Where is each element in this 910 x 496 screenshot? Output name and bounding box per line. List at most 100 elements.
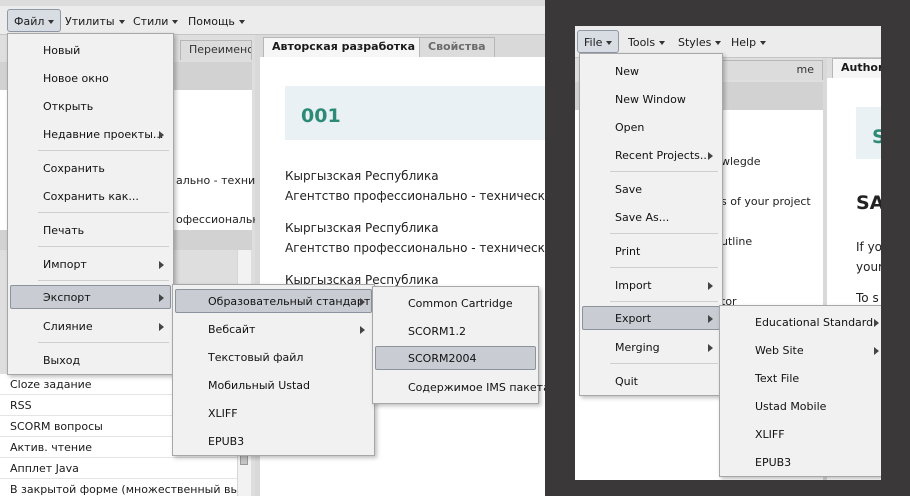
chevron-right-icon bbox=[708, 315, 713, 323]
menu-item-merging[interactable]: Merging bbox=[582, 335, 720, 359]
tab-authoring[interactable]: Author bbox=[832, 58, 881, 78]
menu-item-educational-standard[interactable]: Educational Standard bbox=[722, 310, 881, 334]
menu-styles[interactable]: Styles bbox=[671, 30, 728, 53]
menu-file-label: Файл bbox=[14, 15, 45, 28]
menu-item-new-window[interactable]: New Window bbox=[582, 87, 720, 111]
menu-item-open[interactable]: Открыть bbox=[10, 94, 171, 118]
menu-divider bbox=[610, 267, 718, 268]
menu-divider bbox=[610, 363, 718, 364]
chevron-right-icon bbox=[708, 282, 713, 290]
paragraph-line: If yo bbox=[856, 240, 881, 254]
chevron-right-icon bbox=[159, 261, 164, 269]
menu-item-new[interactable]: New bbox=[582, 59, 720, 83]
chevron-down-icon bbox=[760, 41, 767, 45]
chevron-right-icon bbox=[360, 298, 365, 306]
app-window-russian: Переименов ально - технич офессионально … bbox=[0, 0, 545, 496]
file-menu: New New Window Open Recent Projects... S… bbox=[579, 53, 723, 396]
menu-item-label: Merging bbox=[615, 341, 660, 354]
tree-node[interactable]: utline bbox=[721, 235, 752, 248]
paragraph-line: Агентство профессионально - технического bbox=[285, 241, 545, 255]
paragraph-line: Кыргызская Республика bbox=[285, 221, 439, 235]
menu-item-new[interactable]: Новый bbox=[10, 38, 171, 62]
chevron-down-icon bbox=[172, 20, 179, 24]
export-submenu: Educational Standard Web Site Text File … bbox=[719, 305, 881, 477]
menu-item-import[interactable]: Import bbox=[582, 273, 720, 297]
menu-item-recent-projects[interactable]: Recent Projects... bbox=[582, 143, 720, 167]
tab-properties[interactable]: Свойства bbox=[419, 37, 495, 57]
chevron-right-icon bbox=[708, 344, 713, 352]
menu-item-save[interactable]: Save bbox=[582, 177, 720, 201]
chevron-right-icon bbox=[360, 326, 365, 334]
tree-node[interactable]: ально - технич bbox=[176, 174, 262, 187]
chevron-right-icon bbox=[159, 294, 164, 302]
menu-item-website[interactable]: Web Site bbox=[722, 338, 881, 362]
tree-node[interactable]: офессионально bbox=[176, 213, 266, 226]
menu-styles[interactable]: Стили bbox=[126, 9, 185, 32]
list-item[interactable]: Апплет Java bbox=[0, 458, 237, 479]
menu-item-print[interactable]: Печать bbox=[10, 218, 171, 242]
menu-item-import[interactable]: Импорт bbox=[10, 252, 171, 276]
page-title: S bbox=[872, 126, 881, 148]
menu-item-save-as[interactable]: Сохранить как... bbox=[10, 184, 171, 208]
menu-divider bbox=[610, 233, 718, 234]
menu-tools[interactable]: Tools bbox=[621, 30, 672, 53]
menu-tools[interactable]: Утилиты bbox=[58, 9, 132, 32]
menu-item-label: Educational Standard bbox=[755, 316, 874, 329]
menu-divider bbox=[610, 171, 718, 172]
scrollbar-thumb[interactable] bbox=[240, 455, 248, 465]
menu-item-text-file[interactable]: Текстовый файл bbox=[175, 345, 372, 369]
menu-item-epub3[interactable]: EPUB3 bbox=[722, 450, 881, 474]
chevron-right-icon bbox=[874, 319, 879, 327]
app-window-english: me wlegde s of your project utline tor A… bbox=[575, 26, 881, 480]
chevron-down-icon bbox=[606, 41, 613, 45]
menu-item-common-cartridge[interactable]: Common Cartridge bbox=[375, 291, 536, 315]
menu-item-quit[interactable]: Выход bbox=[10, 348, 171, 372]
menu-file-label: File bbox=[584, 36, 603, 49]
menu-help[interactable]: Помощь bbox=[181, 9, 252, 32]
outline-tab[interactable]: me bbox=[715, 60, 823, 80]
menu-item-recent-projects[interactable]: Недавние проекты... bbox=[10, 122, 171, 146]
menu-item-new-window[interactable]: Новое окно bbox=[10, 66, 171, 90]
chevron-right-icon bbox=[708, 152, 713, 160]
menu-item-label: Вебсайт bbox=[208, 323, 256, 336]
menu-item-print[interactable]: Print bbox=[582, 239, 720, 263]
menu-bar: Файл Утилиты Стили Помощь bbox=[0, 0, 545, 35]
educational-standard-submenu: Common Cartridge SCORM1.2 SCORM2004 Соде… bbox=[372, 286, 545, 404]
menu-item-xliff[interactable]: XLIFF bbox=[175, 401, 372, 425]
menu-item-merging[interactable]: Слияние bbox=[10, 314, 171, 338]
menu-item-open[interactable]: Open bbox=[582, 115, 720, 139]
paragraph-line: your bbox=[856, 260, 881, 274]
menu-item-scorm2004[interactable]: SCORM2004 bbox=[375, 346, 536, 370]
menu-item-ustad-mobile[interactable]: Ustad Mobile bbox=[722, 394, 881, 418]
tree-node[interactable]: s of your project bbox=[721, 195, 811, 208]
menu-item-xliff[interactable]: XLIFF bbox=[722, 422, 881, 446]
menu-item-label: Recent Projects... bbox=[615, 149, 711, 162]
menu-item-quit[interactable]: Quit bbox=[582, 369, 720, 393]
menu-item-save-as[interactable]: Save As... bbox=[582, 205, 720, 229]
menu-item-label: Недавние проекты... bbox=[43, 128, 164, 141]
menu-file[interactable]: Файл bbox=[7, 9, 62, 32]
menu-item-ims-content-package[interactable]: Содержимое IMS пакета bbox=[375, 375, 545, 399]
menu-item-export[interactable]: Экспорт bbox=[10, 285, 171, 309]
list-item[interactable]: В закрытой форме (множественный выб... bbox=[0, 479, 237, 496]
menu-item-scorm12[interactable]: SCORM1.2 bbox=[375, 319, 536, 343]
chevron-down-icon bbox=[715, 41, 722, 45]
menu-help[interactable]: Help bbox=[724, 30, 773, 53]
menu-item-export[interactable]: Export bbox=[582, 306, 720, 330]
menu-item-educational-standard[interactable]: Образовательный стандарт bbox=[175, 289, 372, 313]
menu-item-label: Import bbox=[615, 279, 652, 292]
menu-help-label: Help bbox=[731, 36, 757, 49]
menu-item-ustad-mobile[interactable]: Мобильный Ustad bbox=[175, 373, 372, 397]
paragraph-line: Агентство профессионально - технического bbox=[285, 189, 545, 203]
tab-authoring[interactable]: Авторская разработка bbox=[263, 37, 425, 57]
menu-file[interactable]: File bbox=[577, 30, 620, 53]
chevron-right-icon bbox=[874, 347, 879, 355]
menu-item-epub3[interactable]: EPUB3 bbox=[175, 429, 372, 453]
menu-item-text-file[interactable]: Text File bbox=[722, 366, 881, 390]
tree-node[interactable]: wlegde bbox=[721, 155, 761, 168]
outline-tab[interactable]: Переименов bbox=[180, 40, 252, 60]
menu-item-save[interactable]: Сохранить bbox=[10, 156, 171, 180]
menu-item-website[interactable]: Вебсайт bbox=[175, 317, 372, 341]
menu-help-label: Помощь bbox=[188, 15, 235, 28]
chevron-right-icon bbox=[159, 323, 164, 331]
